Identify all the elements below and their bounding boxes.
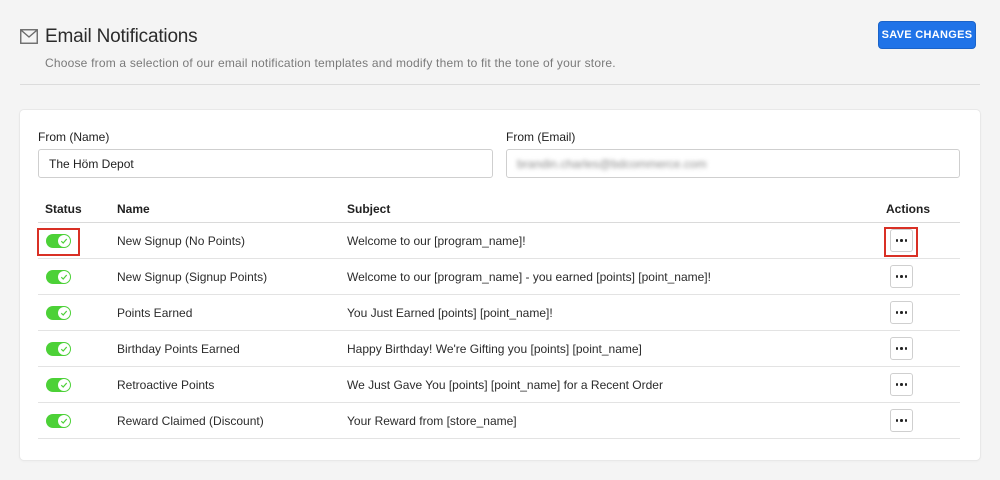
- notification-subject: Your Reward from [store_name]: [347, 413, 517, 428]
- notification-name: New Signup (Signup Points): [117, 269, 268, 284]
- status-toggle[interactable]: [46, 378, 71, 392]
- notification-subject: Welcome to our [program_name] - you earn…: [347, 269, 711, 284]
- check-icon: [58, 415, 70, 427]
- status-toggle[interactable]: [46, 306, 71, 320]
- from-name-label: From (Name): [38, 130, 110, 144]
- page-subtitle: Choose from a selection of our email not…: [45, 56, 616, 70]
- more-actions-button[interactable]: [890, 337, 913, 360]
- check-icon: [58, 307, 70, 319]
- subject-column-header: Subject: [347, 202, 391, 216]
- table-row: Retroactive Points We Just Gave You [poi…: [38, 367, 960, 403]
- more-actions-button[interactable]: [890, 373, 913, 396]
- status-toggle-highlight: [37, 228, 80, 256]
- from-name-input[interactable]: [38, 149, 493, 178]
- check-icon: [58, 343, 70, 355]
- table-row: Reward Claimed (Discount) Your Reward fr…: [38, 403, 960, 439]
- notification-subject: You Just Earned [points] [point_name]!: [347, 305, 553, 320]
- page-title: Email Notifications: [45, 26, 198, 47]
- ellipsis-icon: [895, 275, 908, 278]
- table-row: Points Earned You Just Earned [points] […: [38, 295, 960, 331]
- notification-name: Points Earned: [117, 305, 193, 320]
- notification-name: Birthday Points Earned: [117, 341, 240, 356]
- ellipsis-icon: [895, 383, 908, 386]
- actions-button-highlight: [884, 227, 918, 257]
- save-changes-button[interactable]: SAVE CHANGES: [878, 21, 976, 49]
- more-actions-button[interactable]: [890, 409, 913, 432]
- mail-icon: [20, 29, 38, 44]
- from-email-value: brandin.charles@bdcommerce.com: [517, 156, 707, 171]
- notification-name: Retroactive Points: [117, 377, 215, 392]
- actions-column-header: Actions: [886, 202, 931, 216]
- notification-subject: Welcome to our [program_name]!: [347, 233, 526, 248]
- notification-name: New Signup (No Points): [117, 233, 246, 248]
- ellipsis-icon: [895, 347, 908, 350]
- table-row: New Signup (No Points) Welcome to our [p…: [38, 223, 960, 259]
- status-column-header: Status: [45, 202, 82, 216]
- status-toggle[interactable]: [46, 414, 71, 428]
- more-actions-button[interactable]: [890, 265, 913, 288]
- ellipsis-icon: [895, 311, 908, 314]
- notifications-card: From (Name) From (Email) brandin.charles…: [20, 110, 980, 460]
- check-icon: [58, 379, 70, 391]
- ellipsis-icon: [895, 419, 908, 422]
- page-header: Email Notifications Choose from a select…: [0, 0, 1000, 86]
- notification-name: Reward Claimed (Discount): [117, 413, 264, 428]
- status-toggle[interactable]: [46, 342, 71, 356]
- status-toggle[interactable]: [46, 270, 71, 284]
- from-email-label: From (Email): [506, 130, 576, 144]
- table-row: Birthday Points Earned Happy Birthday! W…: [38, 331, 960, 367]
- more-actions-button[interactable]: [890, 301, 913, 324]
- from-email-input[interactable]: brandin.charles@bdcommerce.com: [506, 149, 960, 178]
- name-column-header: Name: [117, 202, 150, 216]
- check-icon: [58, 271, 70, 283]
- header-divider: [20, 84, 980, 85]
- notification-subject: We Just Gave You [points] [point_name] f…: [347, 377, 663, 392]
- table-row: New Signup (Signup Points) Welcome to ou…: [38, 259, 960, 295]
- notification-subject: Happy Birthday! We're Gifting you [point…: [347, 341, 642, 356]
